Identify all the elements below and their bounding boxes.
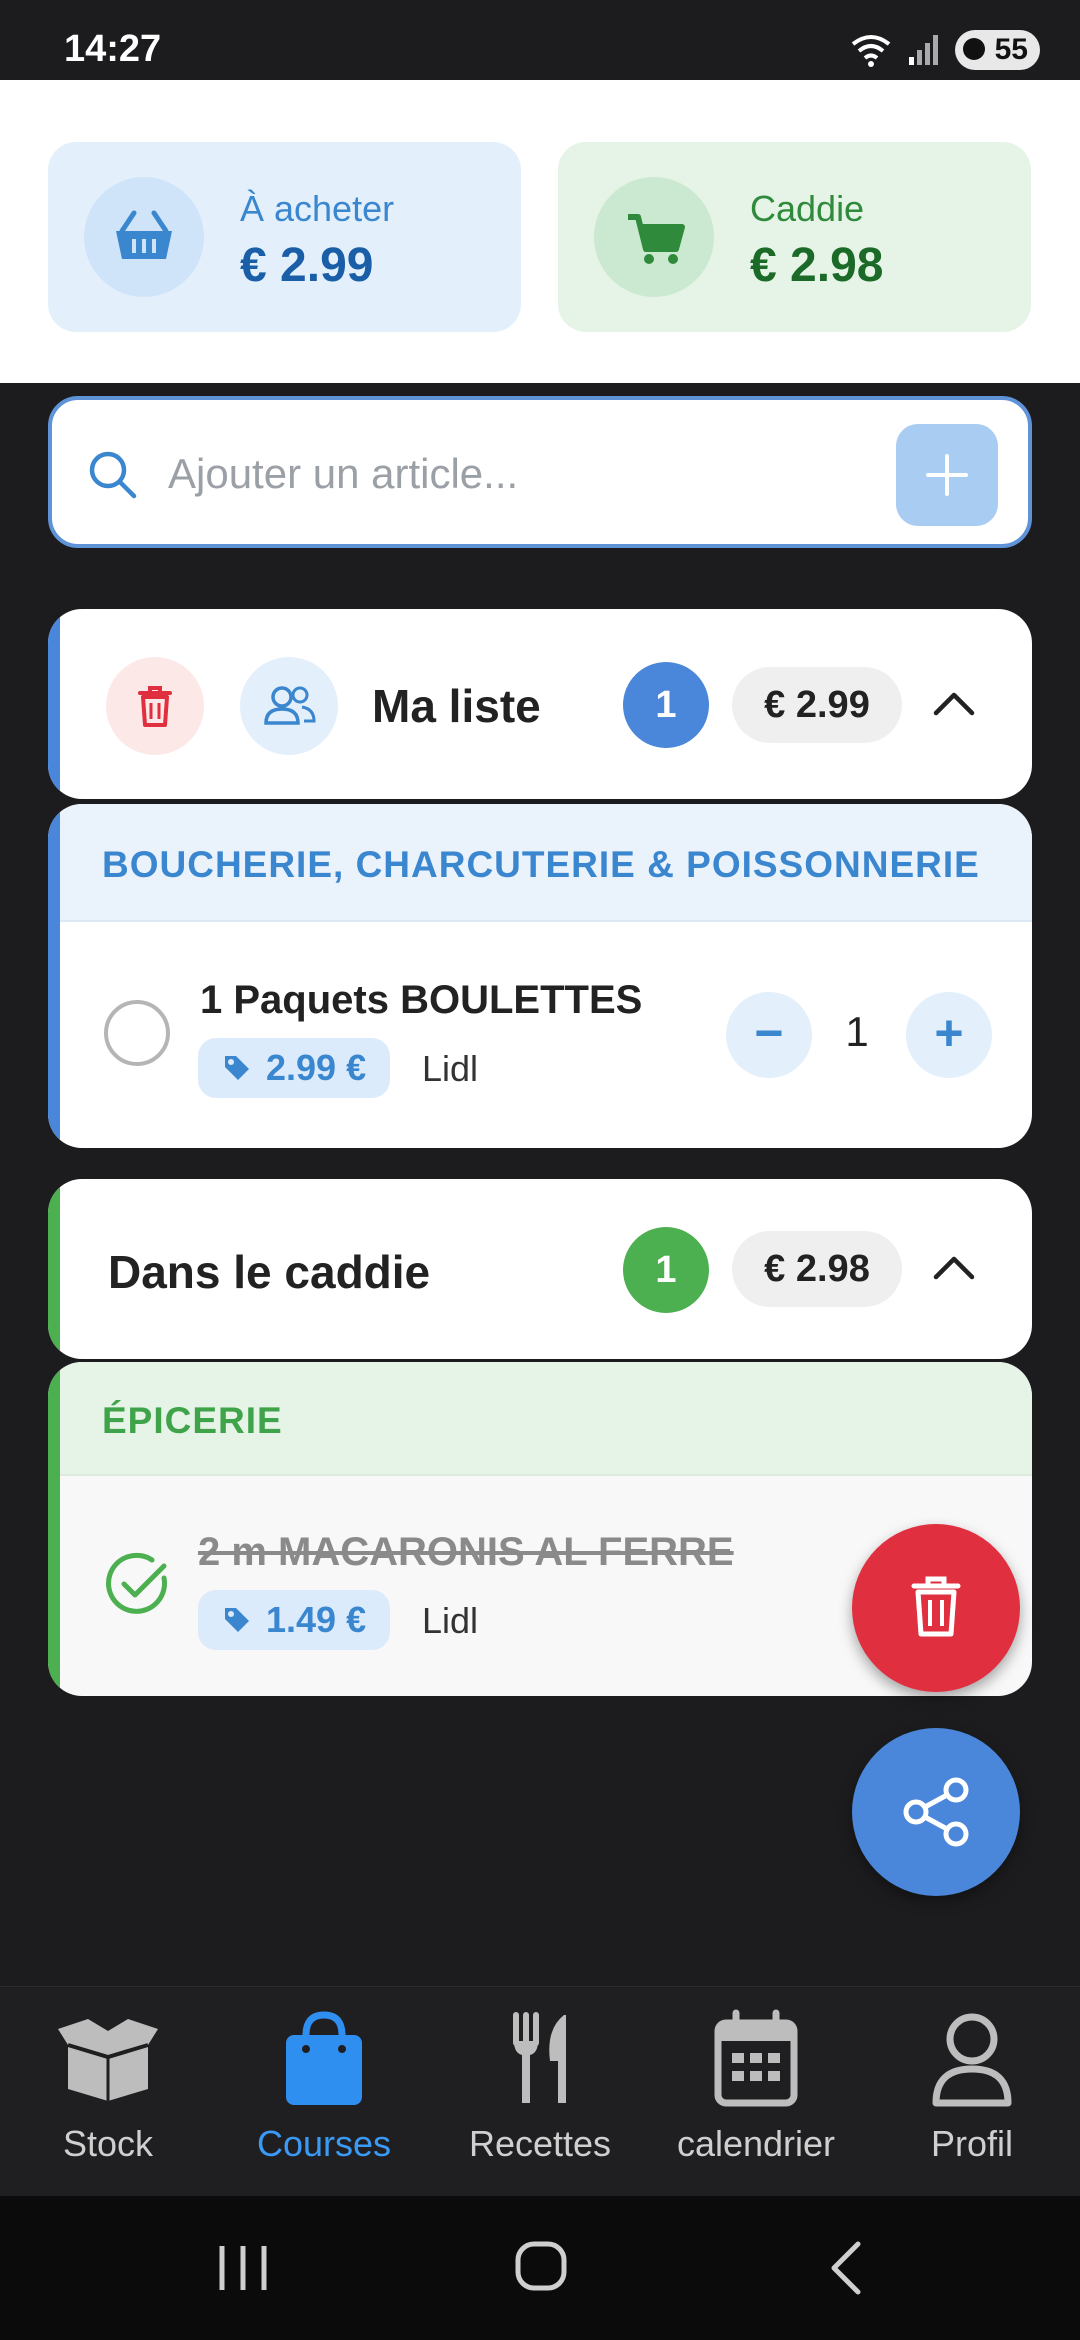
item-price-tag: 2.99 € bbox=[198, 1038, 391, 1098]
chevron-up-icon[interactable] bbox=[924, 1237, 984, 1297]
users-icon bbox=[264, 686, 316, 725]
category-title: BOUCHERIE, CHARCUTERIE & POISSONNERIE bbox=[102, 844, 980, 885]
share-users-button[interactable] bbox=[240, 657, 338, 755]
plus-icon bbox=[926, 454, 968, 496]
nav-label: Stock bbox=[62, 2123, 154, 2164]
wifi-icon bbox=[851, 35, 890, 67]
add-item-input[interactable] bbox=[168, 436, 908, 512]
cart-value: € 2.98 bbox=[750, 239, 884, 292]
divider bbox=[60, 1474, 1032, 1476]
cart-list-accent bbox=[48, 1179, 60, 1359]
increase-quantity-button[interactable]: + bbox=[906, 992, 992, 1078]
divider bbox=[60, 920, 1032, 922]
nav-profil[interactable]: Profil bbox=[864, 1987, 1080, 2197]
cart-icon bbox=[594, 177, 714, 297]
signal-icon bbox=[908, 35, 938, 65]
nav-courses[interactable]: Courses bbox=[216, 1987, 432, 2197]
decrease-quantity-button[interactable]: − bbox=[726, 992, 812, 1078]
item-name: 2 m MACARONIS AL FERRE bbox=[198, 1530, 734, 1574]
status-bar: 14:27 55 bbox=[0, 0, 1080, 80]
group-accent bbox=[48, 1362, 60, 1696]
cart-card[interactable]: Caddie € 2.98 bbox=[558, 142, 1031, 332]
fork-knife-icon bbox=[513, 2012, 566, 2103]
my-list-total: € 2.99 bbox=[732, 667, 902, 743]
to-buy-label: À acheter bbox=[240, 188, 395, 229]
item-store: Lidl bbox=[422, 1048, 479, 1089]
back-icon[interactable] bbox=[820, 2238, 874, 2298]
my-list-header[interactable]: Ma liste 1 € 2.99 bbox=[48, 609, 1032, 799]
nav-calendrier[interactable]: calendrier bbox=[648, 1987, 864, 2197]
clear-cart-fab[interactable] bbox=[852, 1524, 1020, 1692]
category-title: ÉPICERIE bbox=[102, 1400, 283, 1441]
status-icons: 55 bbox=[849, 30, 1040, 70]
group-accent bbox=[48, 804, 60, 1148]
cart-list-count-badge: 1 bbox=[623, 1227, 709, 1313]
battery-indicator: 55 bbox=[954, 30, 1040, 70]
my-list-category-group: BOUCHERIE, CHARCUTERIE & POISSONNERIE 1 … bbox=[48, 804, 1032, 1148]
cart-label: Caddie bbox=[750, 188, 865, 229]
shopping-bag-icon bbox=[286, 2011, 362, 2105]
nav-label: Recettes bbox=[468, 2123, 612, 2164]
nav-recettes[interactable]: Recettes bbox=[432, 1987, 648, 2197]
bottom-navigation: Stock Courses Recettes calendrier Profil bbox=[0, 1986, 1080, 2196]
search-icon bbox=[84, 446, 140, 502]
home-icon[interactable] bbox=[512, 2236, 572, 2296]
summary-header: À acheter € 2.99 Caddie € 2.98 bbox=[0, 80, 1080, 383]
checked-circle-icon[interactable] bbox=[102, 1548, 174, 1620]
status-time: 14:27 bbox=[64, 28, 162, 70]
basket-icon bbox=[84, 177, 204, 297]
item-store: Lidl bbox=[422, 1600, 479, 1641]
nav-stock[interactable]: Stock bbox=[0, 1987, 216, 2197]
cart-list-title: Dans le caddie bbox=[108, 1246, 431, 1298]
trash-icon bbox=[138, 686, 172, 727]
item-price: 2.99 € bbox=[266, 1047, 367, 1088]
to-buy-value: € 2.99 bbox=[240, 239, 374, 292]
delete-list-button[interactable] bbox=[106, 657, 204, 755]
calendar-icon bbox=[714, 2009, 798, 2107]
system-navigation-bar bbox=[0, 2196, 1080, 2340]
chevron-up-icon[interactable] bbox=[924, 673, 984, 733]
my-list-title: Ma liste bbox=[372, 680, 541, 732]
add-item-search-bar bbox=[48, 396, 1032, 548]
share-icon bbox=[903, 1777, 969, 1847]
cart-list-header[interactable]: Dans le caddie 1 € 2.98 bbox=[48, 1179, 1032, 1359]
box-icon bbox=[58, 2019, 158, 2101]
item-checkbox[interactable] bbox=[104, 1000, 170, 1066]
item-price-tag: 1.49 € bbox=[198, 1590, 391, 1650]
my-list-accent bbox=[48, 609, 60, 799]
my-list-count-badge: 1 bbox=[623, 662, 709, 748]
nav-label: calendrier bbox=[676, 2123, 836, 2164]
trash-icon bbox=[911, 1576, 961, 1637]
tag-icon bbox=[225, 1608, 249, 1632]
recent-apps-icon[interactable] bbox=[210, 2240, 276, 2296]
nav-label: Courses bbox=[256, 2123, 392, 2164]
cart-list-total: € 2.98 bbox=[732, 1231, 902, 1307]
user-icon bbox=[932, 2013, 1012, 2107]
tag-icon bbox=[225, 1056, 249, 1080]
add-item-button[interactable] bbox=[896, 424, 998, 526]
to-buy-card[interactable]: À acheter € 2.99 bbox=[48, 142, 521, 332]
item-name: 1 Paquets BOULETTES bbox=[200, 978, 643, 1022]
nav-label: Profil bbox=[930, 2123, 1014, 2164]
item-quantity: 1 bbox=[845, 1008, 869, 1055]
item-price: 1.49 € bbox=[266, 1599, 367, 1640]
share-fab[interactable] bbox=[852, 1728, 1020, 1896]
